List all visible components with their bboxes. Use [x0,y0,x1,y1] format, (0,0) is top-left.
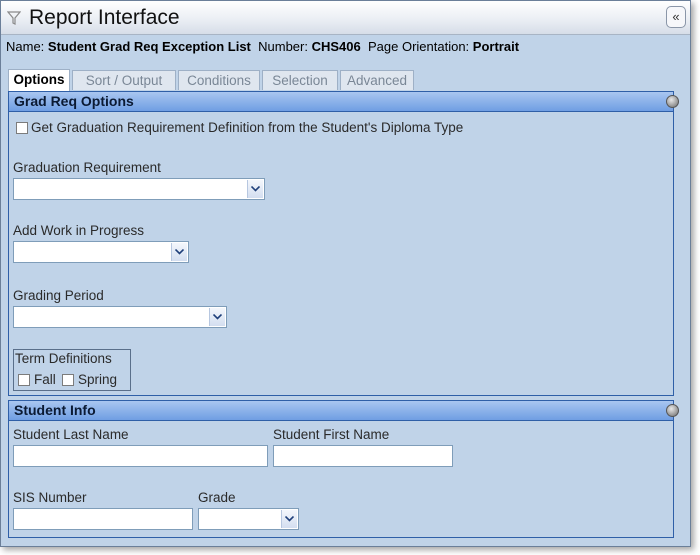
number-label: Number: [258,39,308,54]
collapse-circle-icon[interactable] [666,404,679,417]
student-first-name-label: Student First Name [273,427,390,442]
collapse-circle-icon[interactable] [666,95,679,108]
student-last-name-label: Student Last Name [13,427,129,442]
graduation-requirement-select[interactable] [13,178,265,200]
student-info-title: Student Info [14,402,96,418]
window-title: Report Interface [29,6,180,29]
grad-req-options-header: Grad Req Options [9,92,679,112]
tab-advanced[interactable]: Advanced [340,70,414,90]
page-orientation: Portrait [472,39,520,54]
filter-funnel-icon [6,10,22,26]
title-bar: Report Interface « [1,1,690,35]
report-name: Student Grad Req Exception List [47,39,251,54]
report-number: CHS406 [311,39,361,54]
student-last-name-input[interactable] [13,445,268,467]
chevron-down-icon[interactable] [209,308,225,326]
student-info-panel: Student Info Student Last Name Student F… [8,400,679,538]
sis-number-label: SIS Number [13,490,87,505]
term-definitions-group: Term Definitions Fall Spring [13,349,131,391]
tab-options[interactable]: Options [8,69,70,91]
diploma-type-checkbox-label: Get Graduation Requirement Definition fr… [31,120,464,135]
report-info-bar: Name: Student Grad Req Exception List Nu… [1,39,690,61]
chevron-down-icon[interactable] [281,510,297,528]
graduation-requirement-label: Graduation Requirement [13,160,161,175]
grad-req-options-panel: Grad Req Options Get Graduation Requirem… [8,91,679,396]
spring-label: Spring [78,372,118,387]
tab-sort-output[interactable]: Sort / Output [72,70,176,90]
work-in-progress-select[interactable] [13,241,189,263]
fall-checkbox[interactable] [18,374,30,386]
fall-label: Fall [34,372,56,387]
work-in-progress-label: Add Work in Progress [13,223,145,238]
diploma-type-checkbox[interactable] [16,122,28,134]
tab-selection[interactable]: Selection [262,70,338,90]
spring-checkbox[interactable] [62,374,74,386]
grading-period-label: Grading Period [13,288,104,303]
student-first-name-input[interactable] [273,445,453,467]
report-interface-window: Report Interface « Name: Student Grad Re… [0,0,691,547]
tab-conditions[interactable]: Conditions [178,70,260,90]
grad-req-options-title: Grad Req Options [14,93,134,109]
name-label: Name: [6,39,45,54]
grade-label: Grade [198,490,236,505]
chevron-down-icon[interactable] [171,243,187,261]
term-definitions-label: Term Definitions [15,351,112,366]
chevron-down-icon[interactable] [247,180,263,198]
grading-period-select[interactable] [13,306,227,328]
collapse-button[interactable]: « [666,6,686,28]
orientation-label: Page Orientation: [367,39,470,54]
grade-select[interactable] [198,508,299,530]
sis-number-input[interactable] [13,508,193,530]
student-info-header: Student Info [9,401,679,421]
